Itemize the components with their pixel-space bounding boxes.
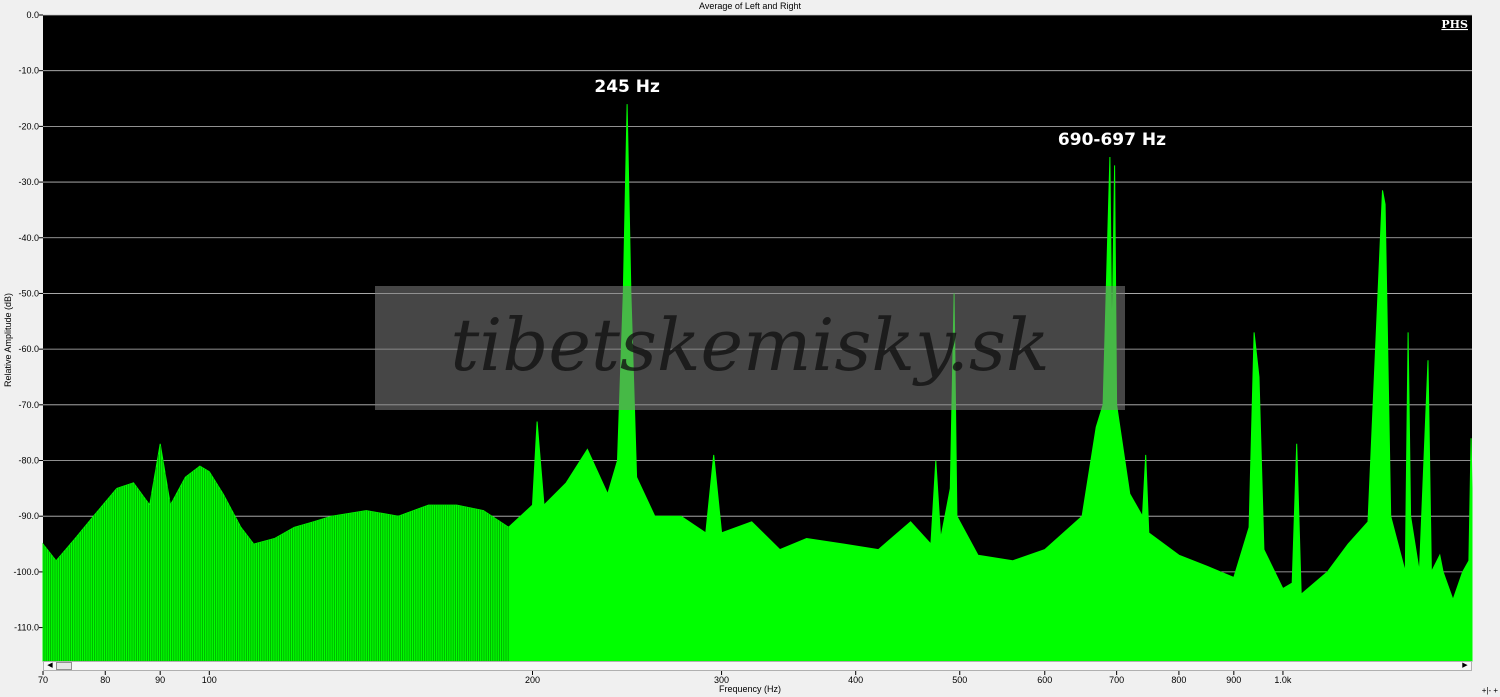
y-ticks: 0.0 -10.0 -20.0 -30.0 -40.0 -50.0 -60.0 -70.0 -8… <box>13 10 43 633</box>
x-tick-label: 900 <box>1226 675 1241 685</box>
y-tick-label: -60.0 <box>18 344 39 354</box>
y-tick-label: -70.0 <box>18 400 39 410</box>
y-tick-label: -20.0 <box>18 121 39 131</box>
spectrum-chart: 0.0 -10.0 -20.0 -30.0 -40.0 -50.0 -60.0 -70.0 -8… <box>13 10 1473 685</box>
y-tick-label: -100.0 <box>13 567 39 577</box>
peak-annotation: 245 Hz <box>594 77 660 97</box>
y-tick-label: -40.0 <box>18 233 39 243</box>
x-tick-label: 400 <box>848 675 863 685</box>
x-tick-label: 100 <box>202 675 217 685</box>
x-tick-label: 70 <box>38 675 48 685</box>
zoom-controls[interactable]: +|- + <box>1482 686 1498 695</box>
x-tick-label: 200 <box>525 675 540 685</box>
x-tick-label: 1.0k <box>1274 675 1292 685</box>
scroll-right-icon[interactable]: ▶ <box>1460 662 1470 670</box>
x-tick-label: 90 <box>155 675 165 685</box>
x-tick-label: 800 <box>1171 675 1186 685</box>
x-ticks: 70 80 90 100 200 300 400 500 600 700 800 900 1.0k <box>38 671 1292 685</box>
watermark-text: tibetskemisky.sk <box>450 303 1049 387</box>
y-tick-label: -80.0 <box>18 456 39 466</box>
scroll-thumb[interactable] <box>56 662 72 670</box>
x-tick-label: 300 <box>714 675 729 685</box>
y-tick-label: -10.0 <box>18 66 39 76</box>
x-tick-label: 500 <box>952 675 967 685</box>
peak-annotation: 690-697 Hz <box>1058 130 1166 150</box>
y-tick-label: -30.0 <box>18 177 39 187</box>
watermark: tibetskemisky.sk <box>375 286 1125 410</box>
y-tick-label: -50.0 <box>18 288 39 298</box>
y-tick-label: -90.0 <box>18 511 39 521</box>
y-tick-label: -110.0 <box>14 623 39 633</box>
x-tick-label: 700 <box>1109 675 1124 685</box>
x-tick-label: 600 <box>1037 675 1052 685</box>
scroll-left-icon[interactable]: ◀ <box>45 662 55 670</box>
horizontal-scrollbar[interactable]: ◀ ▶ <box>43 661 1472 671</box>
x-tick-label: 80 <box>100 675 110 685</box>
phs-badge: PHS <box>1441 18 1468 31</box>
y-tick-label: 0.0 <box>26 10 39 20</box>
